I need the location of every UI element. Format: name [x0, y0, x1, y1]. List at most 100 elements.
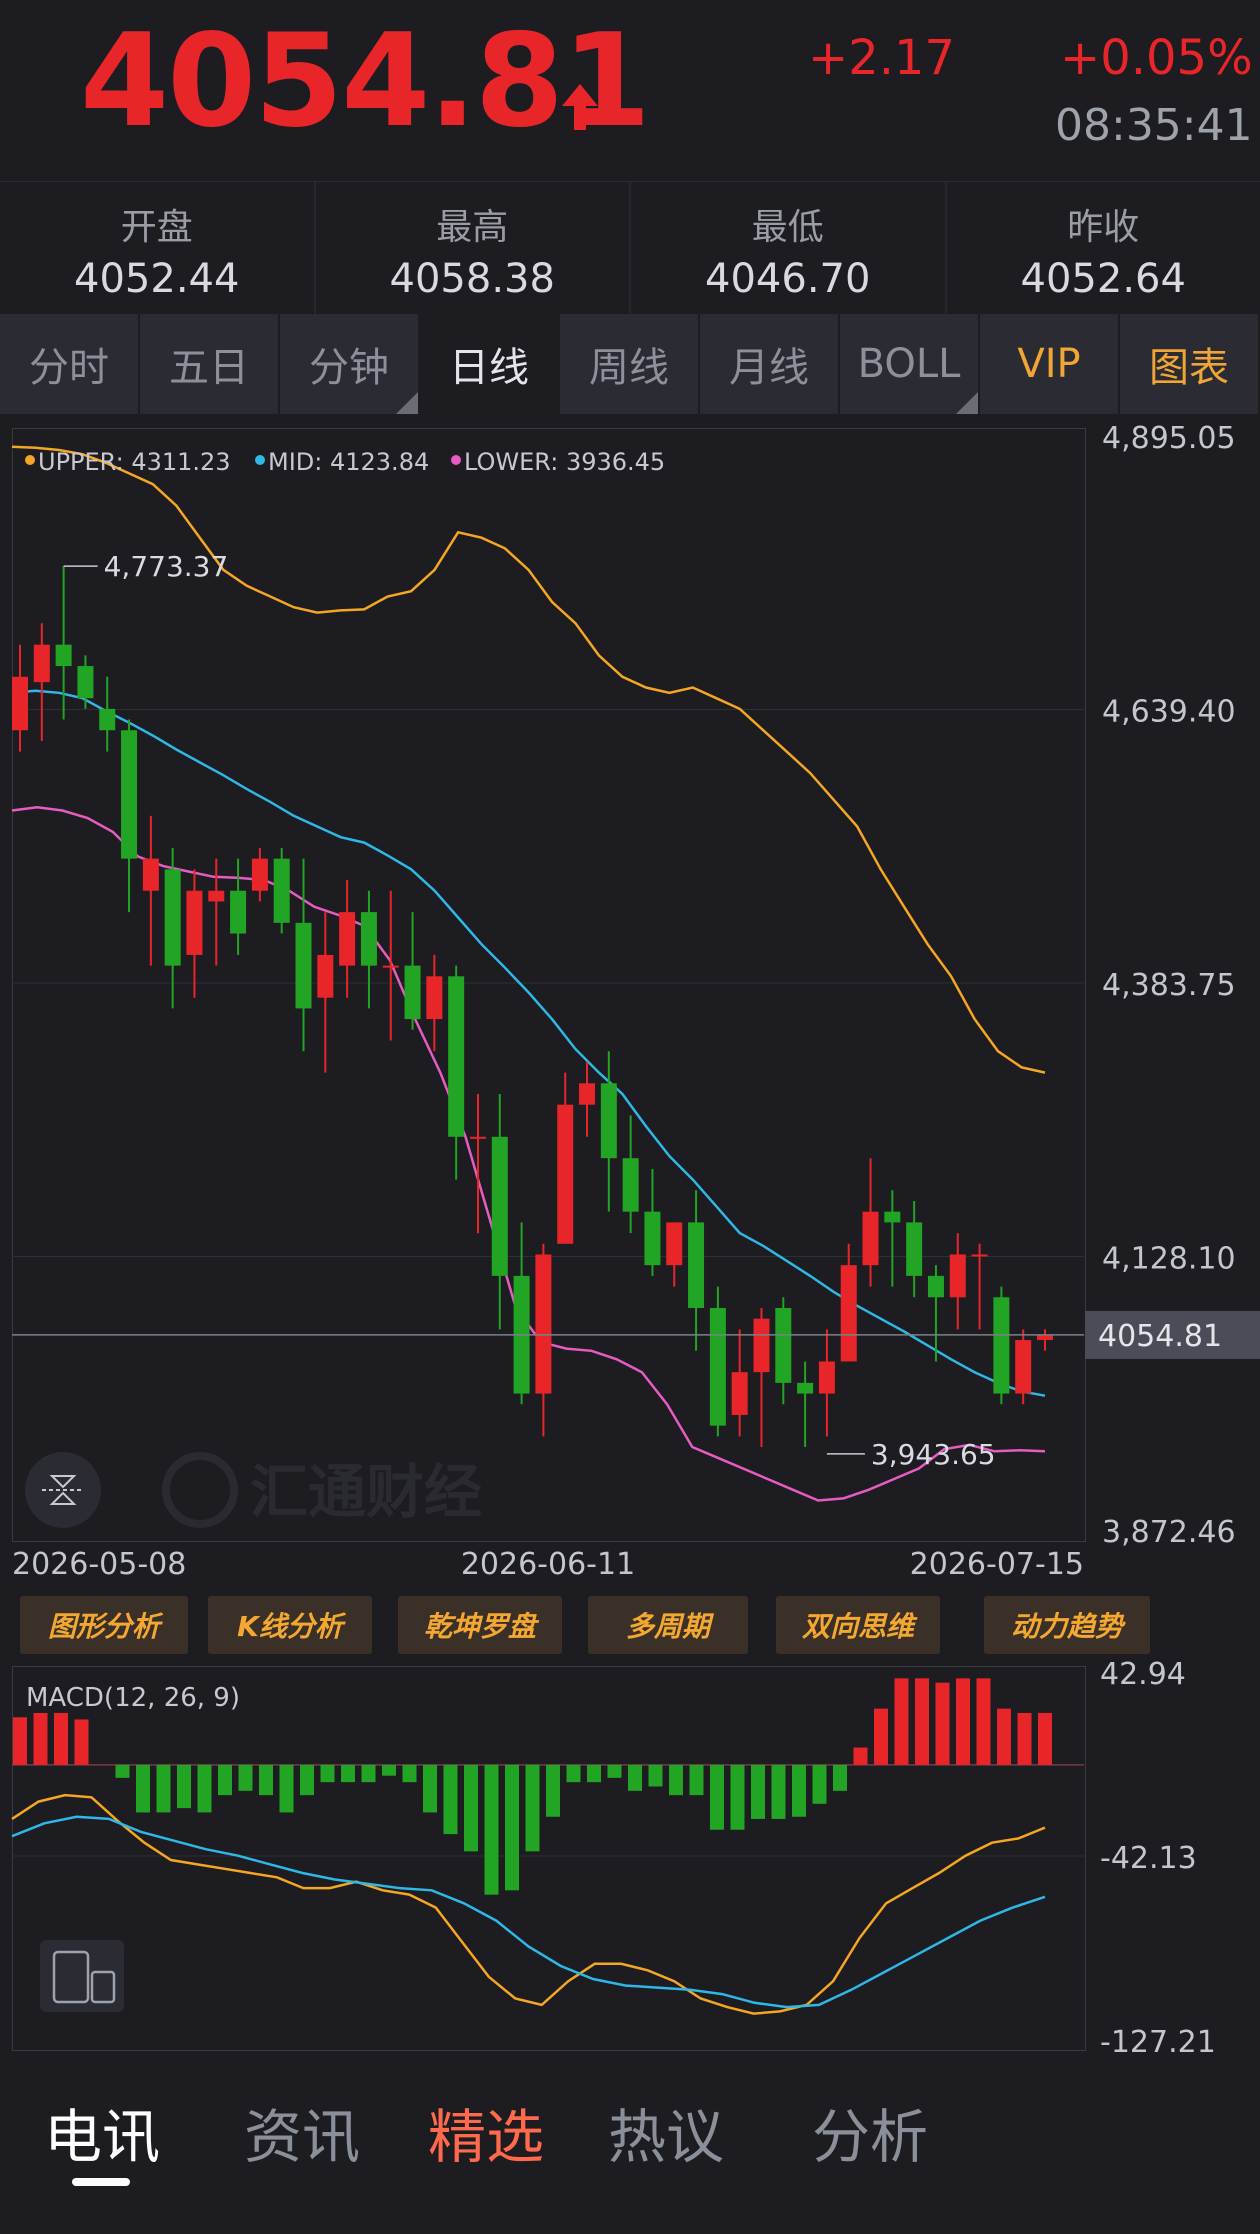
- y-tick-label: 3,872.46: [1102, 1515, 1236, 1550]
- stat-value: 4052.64: [1020, 256, 1186, 302]
- candle-body: [12, 676, 28, 731]
- kline-chart[interactable]: 4,895.05 4,639.40 4,383.75 4,128.10 3,872.46…: [0, 400, 1260, 1580]
- x-axis-label: 2026-07-15: [910, 1547, 1084, 1580]
- candle-body: [993, 1297, 1010, 1394]
- y-tick-label: 42.94: [1100, 1657, 1186, 1692]
- macd-bar: [361, 1764, 376, 1783]
- macd-bar: [874, 1708, 888, 1765]
- tool-button-4[interactable]: 双向思维: [776, 1596, 940, 1654]
- macd-bar: [956, 1678, 970, 1765]
- candle-body: [1037, 1334, 1053, 1341]
- tab-1[interactable]: 五日: [140, 314, 280, 414]
- macd-bar: [156, 1764, 171, 1813]
- macd-bar: [833, 1764, 847, 1791]
- tool-button-2[interactable]: 乾坤罗盘: [398, 1596, 562, 1654]
- tab-5[interactable]: 月线: [700, 314, 840, 414]
- candle-body: [600, 1083, 617, 1159]
- candle-body: [273, 858, 290, 923]
- candle-body: [164, 869, 181, 966]
- tab-6[interactable]: BOLL: [840, 314, 980, 414]
- candle-body: [753, 1318, 770, 1373]
- macd-bar: [382, 1764, 396, 1776]
- stat-value: 4046.70: [705, 256, 871, 302]
- tab-2[interactable]: 分钟: [280, 314, 420, 414]
- macd-bar: [54, 1712, 68, 1765]
- stat-value: 4052.44: [74, 256, 240, 302]
- macd-bar: [320, 1764, 335, 1783]
- low-label: 3,943.65: [871, 1438, 996, 1471]
- tab-label: 分时: [29, 345, 109, 391]
- macd-bar: [935, 1682, 950, 1765]
- macd-bar: [259, 1764, 273, 1796]
- macd-bar: [894, 1678, 909, 1765]
- candle-body: [208, 890, 225, 902]
- y-tick-label: -127.21: [1100, 2025, 1216, 2060]
- tool-button-3[interactable]: 多周期: [588, 1596, 748, 1654]
- tool-button-0[interactable]: 图形分析: [20, 1596, 188, 1654]
- tab-label: 分钟: [309, 345, 389, 391]
- candle-body: [404, 965, 421, 1020]
- macd-chart[interactable]: 42.94 -42.13 -127.21 MACD(12, 26, 9): [0, 1650, 1260, 2060]
- x-axis-label: 2026-06-11: [461, 1547, 635, 1580]
- candle-body: [99, 708, 116, 731]
- candle-body: [142, 858, 159, 891]
- macd-bar: [1038, 1712, 1052, 1765]
- nav-item-3[interactable]: 热议: [608, 2090, 724, 2174]
- macd-bar: [33, 1712, 48, 1765]
- tab-4[interactable]: 周线: [560, 314, 700, 414]
- macd-bar: [136, 1764, 150, 1813]
- candle-body: [862, 1211, 879, 1266]
- macd-bar: [341, 1764, 355, 1783]
- macd-bar: [792, 1764, 806, 1817]
- macd-bar: [853, 1747, 868, 1765]
- candle-body: [33, 644, 50, 683]
- nav-item-0[interactable]: 电讯: [44, 2090, 160, 2174]
- macd-bar: [505, 1764, 519, 1891]
- candle-body: [797, 1382, 814, 1394]
- macd-bar: [587, 1764, 601, 1783]
- macd-bar: [710, 1764, 724, 1830]
- boll-upper-line: [11, 445, 1046, 1074]
- tab-label: VIP: [1017, 341, 1081, 387]
- quote-stats: 开盘 4052.44 最高 4058.38 最低 4046.70 昨收 4052…: [0, 181, 1260, 315]
- legend-lower: LOWER: 3936.45: [464, 448, 665, 476]
- tab-3[interactable]: 日线: [420, 314, 560, 414]
- legend-mid: MID: 4123.84: [268, 448, 429, 476]
- macd-bar: [238, 1764, 253, 1791]
- macd-bar: [628, 1764, 642, 1791]
- macd-bar: [648, 1764, 663, 1787]
- candle-body: [360, 912, 377, 966]
- candle-body: [971, 1254, 988, 1257]
- nav-item-4[interactable]: 分析: [812, 2090, 928, 2174]
- active-tab-indicator: [72, 2178, 130, 2186]
- tab-7[interactable]: VIP: [980, 314, 1120, 414]
- tab-8[interactable]: 图表: [1120, 314, 1260, 414]
- candle-body: [731, 1372, 748, 1415]
- nav-item-2[interactable]: 精选: [428, 2090, 544, 2174]
- macd-bar: [997, 1708, 1011, 1765]
- macd-bar: [812, 1764, 827, 1804]
- candle-body: [317, 954, 334, 998]
- candle-body: [906, 1222, 923, 1276]
- candle-body: [666, 1222, 683, 1266]
- tab-0[interactable]: 分时: [0, 314, 140, 414]
- stat-label: 开盘: [120, 207, 193, 248]
- candle-body: [295, 922, 312, 1009]
- y-tick-label: 4,383.75: [1102, 968, 1236, 1003]
- y-tick-label: -42.13: [1100, 1841, 1197, 1876]
- macd-label: MACD(12, 26, 9): [26, 1683, 240, 1713]
- candle-body: [426, 976, 443, 1020]
- nav-item-1[interactable]: 资讯: [244, 2090, 360, 2174]
- arrow-up-icon: [562, 84, 598, 130]
- tab-label: 日线: [449, 345, 529, 391]
- stat-open: 开盘 4052.44: [0, 182, 316, 314]
- candle-body: [557, 1104, 574, 1244]
- candle-body: [579, 1083, 596, 1105]
- macd-bar: [976, 1678, 991, 1765]
- candle-body: [840, 1265, 857, 1362]
- macd-bar: [566, 1764, 581, 1783]
- tool-button-1[interactable]: K线分析: [208, 1596, 372, 1654]
- y-tick-label: 4,895.05: [1102, 421, 1236, 456]
- tool-button-5[interactable]: 动力趋势: [984, 1596, 1150, 1654]
- macd-bar: [669, 1764, 683, 1796]
